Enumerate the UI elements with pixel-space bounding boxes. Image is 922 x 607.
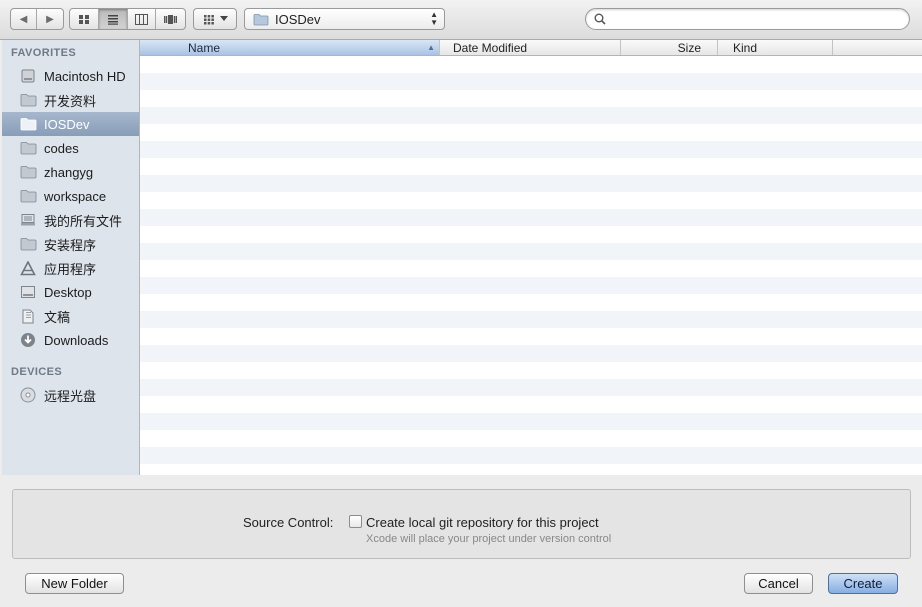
folder-icon — [19, 140, 37, 156]
coverflow-view-button[interactable] — [156, 9, 185, 29]
view-mode-control — [69, 8, 186, 30]
hard-disk-icon — [19, 68, 37, 84]
applications-icon — [19, 260, 37, 276]
sidebar-item-label: Macintosh HD — [44, 68, 126, 84]
popup-arrows-icon: ▲ ▼ — [430, 10, 438, 27]
sidebar-item-kaifa-ziliao[interactable]: 开发资料 — [2, 88, 139, 112]
column-header-name[interactable]: Name ▲ — [140, 40, 440, 55]
column-header-row: Name ▲ Date Modified Size Kind — [140, 40, 922, 56]
all-files-icon — [19, 212, 37, 228]
create-button[interactable]: Create — [828, 573, 898, 594]
list-view-icon — [107, 14, 118, 25]
sidebar: FAVORITES Macintosh HD 开发资料 IOSDev codes… — [2, 40, 140, 475]
sidebar-item-all-my-files[interactable]: 我的所有文件 — [2, 208, 139, 232]
sidebar-item-label: Desktop — [44, 284, 92, 300]
file-list[interactable]: Name ▲ Date Modified Size Kind — [140, 40, 922, 475]
coverflow-view-icon — [164, 14, 178, 24]
folder-icon — [19, 92, 37, 108]
folder-icon — [253, 13, 269, 25]
sidebar-item-label: codes — [44, 140, 79, 156]
sidebar-item-downloads[interactable]: Downloads — [2, 328, 139, 352]
git-repository-label[interactable]: Create local git repository for this pro… — [366, 515, 599, 530]
options-pane: Source Control: Create local git reposit… — [12, 489, 911, 559]
sidebar-item-zhangyg[interactable]: zhangyg — [2, 160, 139, 184]
sidebar-item-label: 远程光盘 — [44, 388, 97, 404]
column-header-size[interactable]: Size — [621, 40, 718, 55]
search-input[interactable] — [612, 12, 892, 26]
list-view-button[interactable] — [98, 9, 128, 29]
back-forward-control: ◀ ▶ — [10, 8, 64, 30]
column-header-label: Kind — [733, 40, 758, 55]
folder-icon — [19, 164, 37, 180]
sidebar-item-desktop[interactable]: Desktop — [2, 280, 139, 304]
magnifier-icon — [594, 13, 606, 25]
column-header-filler — [833, 40, 922, 55]
toolbar: ◀ ▶ IOSDev ▲ ▼ — [0, 0, 922, 40]
arrange-grid-icon — [203, 14, 214, 24]
documents-icon — [19, 308, 37, 324]
sidebar-item-installers[interactable]: 安装程序 — [2, 232, 139, 256]
sidebar-item-label: 开发资料 — [44, 93, 97, 109]
sidebar-item-label: 我的所有文件 — [44, 213, 123, 229]
column-header-date-modified[interactable]: Date Modified — [440, 40, 621, 55]
cancel-button[interactable]: Cancel — [744, 573, 813, 594]
back-arrow-icon: ◀ — [19, 13, 28, 25]
column-view-icon — [134, 13, 148, 25]
column-header-label: Size — [677, 40, 701, 55]
arrange-menu-button[interactable] — [193, 8, 237, 30]
git-repository-checkbox[interactable] — [349, 515, 362, 528]
sidebar-item-label: 应用程序 — [44, 261, 97, 277]
column-header-label: Name — [188, 40, 221, 55]
back-button[interactable]: ◀ — [11, 9, 38, 29]
icon-view-icon — [78, 14, 89, 24]
sidebar-item-iosdev[interactable]: IOSDev — [2, 112, 139, 136]
dropdown-triangle-icon — [219, 16, 228, 21]
folder-icon — [19, 188, 37, 204]
file-list-rows[interactable] — [140, 56, 922, 475]
desktop-icon — [19, 284, 37, 300]
source-control-label: Source Control: — [243, 515, 334, 530]
sidebar-item-label: IOSDev — [44, 116, 90, 132]
sidebar-item-label: workspace — [44, 188, 107, 204]
sidebar-item-label: 文稿 — [44, 309, 71, 325]
sort-ascending-icon: ▲ — [427, 43, 435, 52]
column-view-button[interactable] — [128, 9, 157, 29]
folder-icon — [19, 236, 37, 252]
devices-header: DEVICES — [11, 366, 63, 378]
sidebar-item-label: zhangyg — [44, 164, 94, 180]
location-popup[interactable]: IOSDev ▲ ▼ — [244, 8, 445, 30]
forward-button[interactable]: ▶ — [37, 9, 63, 29]
sidebar-item-macintosh-hd[interactable]: Macintosh HD — [2, 64, 139, 88]
optical-disc-icon — [19, 387, 37, 403]
favorites-header: FAVORITES — [11, 47, 77, 59]
icon-view-button[interactable] — [70, 9, 99, 29]
folder-icon — [19, 116, 37, 132]
sidebar-item-applications[interactable]: 应用程序 — [2, 256, 139, 280]
column-header-kind[interactable]: Kind — [718, 40, 833, 55]
version-control-hint: Xcode will place your project under vers… — [366, 533, 612, 545]
sidebar-item-remote-disc[interactable]: 远程光盘 — [2, 383, 139, 407]
sidebar-item-documents[interactable]: 文稿 — [2, 304, 139, 328]
sidebar-item-label: Downloads — [44, 332, 109, 348]
sidebar-item-codes[interactable]: codes — [2, 136, 139, 160]
downloads-icon — [19, 332, 37, 348]
sidebar-item-label: 安装程序 — [44, 237, 97, 253]
location-label: IOSDev — [275, 11, 321, 27]
sidebar-item-workspace[interactable]: workspace — [2, 184, 139, 208]
column-header-label: Date Modified — [453, 40, 528, 55]
new-folder-button[interactable]: New Folder — [25, 573, 124, 594]
search-field[interactable] — [585, 8, 910, 30]
forward-arrow-icon: ▶ — [46, 13, 54, 25]
